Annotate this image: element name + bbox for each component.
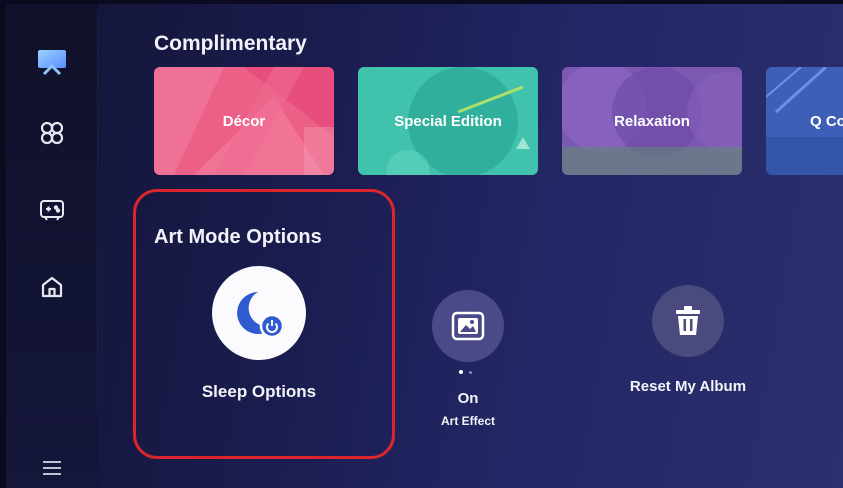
home-icon bbox=[41, 276, 63, 298]
art-effect-page-dots bbox=[459, 370, 472, 374]
sidebar bbox=[6, 4, 98, 488]
tv-screen: Complimentary Décor Special Edition Rela… bbox=[6, 4, 843, 488]
ambient-icon bbox=[40, 121, 64, 145]
page-dot bbox=[469, 370, 472, 374]
page-dot-active bbox=[459, 370, 463, 374]
art-effect-value: On bbox=[457, 390, 479, 407]
tile-q-collection-label: Q Co bbox=[810, 112, 843, 130]
tile-decor[interactable]: Décor bbox=[154, 67, 334, 175]
art-effect-label: Art Effect bbox=[440, 414, 495, 428]
art-mode-icon bbox=[38, 50, 66, 75]
image-icon bbox=[451, 311, 485, 341]
reset-my-album-button[interactable] bbox=[652, 285, 724, 357]
game-controller-icon bbox=[40, 200, 64, 221]
tile-special-edition-label: Special Edition bbox=[394, 112, 502, 130]
sidebar-item-ambient[interactable] bbox=[34, 115, 70, 151]
sleep-options-highlight bbox=[133, 189, 395, 459]
tile-special-edition[interactable]: Special Edition bbox=[358, 67, 538, 175]
reset-my-album-label: Reset My Album bbox=[629, 378, 747, 395]
sidebar-menu[interactable] bbox=[34, 450, 70, 486]
trash-icon bbox=[676, 306, 700, 335]
tile-relaxation-label: Relaxation bbox=[614, 113, 690, 130]
art-effect-button[interactable] bbox=[432, 290, 504, 362]
tile-q-collection[interactable]: Q Co bbox=[766, 67, 843, 175]
sidebar-item-art-mode[interactable] bbox=[34, 44, 70, 80]
tile-relaxation[interactable]: Relaxation bbox=[562, 67, 742, 175]
sidebar-item-home[interactable] bbox=[34, 269, 70, 305]
sidebar-divider bbox=[97, 10, 98, 410]
sidebar-item-game[interactable] bbox=[34, 192, 70, 228]
menu-icon bbox=[43, 461, 61, 475]
complimentary-title: Complimentary bbox=[154, 32, 307, 55]
tile-decor-label: Décor bbox=[222, 112, 266, 130]
